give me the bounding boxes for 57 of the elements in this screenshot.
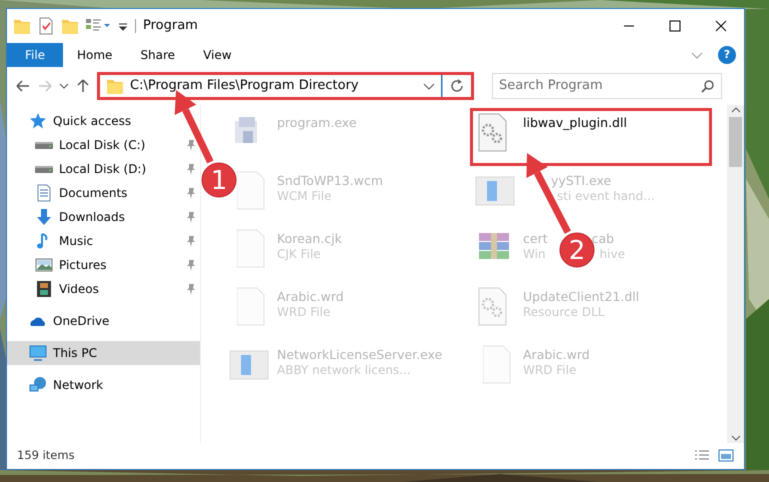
sidebar-item[interactable]: Network	[7, 373, 200, 397]
monitor-icon	[29, 344, 47, 362]
divider-icon	[441, 75, 443, 97]
back-arrow-icon[interactable]	[15, 78, 31, 94]
selection-box[interactable]: libwav_plugin.dll	[473, 111, 709, 163]
pin-icon[interactable]	[186, 235, 196, 247]
maximize-icon	[669, 20, 681, 32]
folder-icon	[106, 77, 124, 95]
picture-icon	[35, 256, 53, 274]
help-button[interactable]: ?	[718, 46, 736, 64]
ribbon-tab[interactable]: Home	[63, 43, 126, 67]
download-icon	[35, 208, 53, 226]
folder-icon[interactable]	[61, 17, 79, 35]
sidebar-item[interactable]: OneDrive	[7, 309, 200, 333]
sidebar-item[interactable]: Quick access	[7, 109, 200, 133]
sidebar-item[interactable]: This PC	[7, 341, 200, 365]
folder-icon[interactable]	[13, 17, 31, 35]
document-icon	[35, 184, 53, 202]
scroll-thumb[interactable]	[729, 117, 742, 167]
sidebar-item[interactable]: Local Disk (C:)	[7, 133, 200, 157]
sidebar-item[interactable]: Pictures	[7, 253, 200, 277]
file-name[interactable]: libwav_plugin.dll	[523, 115, 627, 132]
pin-icon[interactable]	[186, 187, 196, 199]
sidebar-item[interactable]: Local Disk (D:)	[7, 157, 200, 181]
pin-icon[interactable]	[186, 211, 196, 223]
window-title: Program	[143, 17, 198, 36]
scroll-up-icon[interactable]	[730, 105, 742, 115]
scroll-down-icon[interactable]	[730, 433, 742, 443]
item-count: 159 items	[17, 447, 75, 464]
ribbon-tab[interactable]: File	[7, 43, 63, 67]
star-icon	[29, 112, 47, 130]
pin-icon[interactable]	[186, 139, 196, 151]
sidebar-item[interactable]: Videos	[7, 277, 200, 301]
checklist-icon[interactable]	[37, 17, 55, 35]
drive-icon	[35, 166, 53, 172]
number-badge: 1	[202, 162, 236, 198]
network-icon	[29, 376, 47, 394]
pin-icon[interactable]	[186, 163, 196, 175]
pin-icon[interactable]	[186, 259, 196, 271]
up-arrow-icon[interactable]	[75, 78, 91, 94]
sidebar-item[interactable]: Music	[7, 229, 200, 253]
pin-icon[interactable]	[186, 283, 196, 295]
ribbon-tab[interactable]: Share	[126, 43, 190, 67]
large-icons-view-icon[interactable]	[718, 449, 734, 463]
search-icon[interactable]	[701, 79, 715, 93]
sidebar-item[interactable]: Downloads	[7, 205, 200, 229]
scrollbar[interactable]	[727, 105, 744, 443]
drive-icon	[35, 142, 53, 148]
sidebar-item[interactable]: Documents	[7, 181, 200, 205]
close-icon	[715, 20, 727, 32]
separator-icon	[135, 17, 137, 35]
ribbon-tab[interactable]: View	[189, 43, 246, 67]
film-icon	[35, 280, 53, 298]
forward-arrow-icon[interactable]	[37, 78, 53, 94]
address-bar[interactable]: C:\Program Files\Program Directory	[97, 72, 474, 100]
refresh-icon[interactable]	[449, 78, 465, 94]
search-box[interactable]: Search Program	[492, 73, 722, 99]
